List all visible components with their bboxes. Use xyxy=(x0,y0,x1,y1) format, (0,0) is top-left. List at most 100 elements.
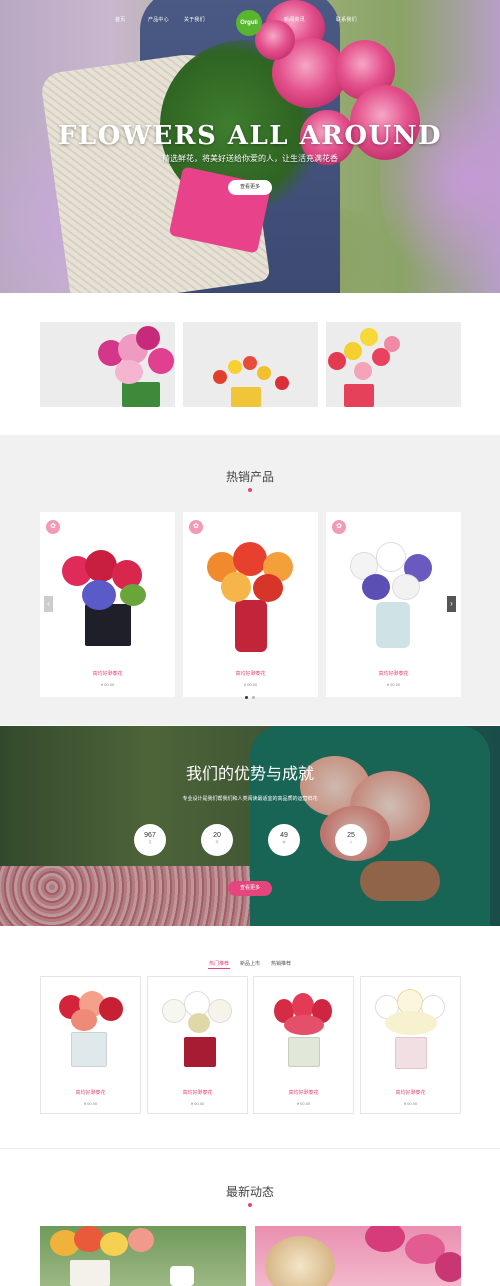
tile-flower xyxy=(360,328,378,346)
product-flower xyxy=(82,580,116,610)
product-name: 高均好渺泰花 xyxy=(235,671,266,677)
product-price: ¥ 00.00 xyxy=(403,1101,418,1106)
product-flower xyxy=(221,572,251,602)
category-tile[interactable] xyxy=(183,322,318,407)
stat-value: 20 xyxy=(213,832,221,839)
top-navigation: 首页 产品中心 关于我们 Orguli 新闻资讯 联系我们 xyxy=(0,6,500,36)
stat-label: 种 xyxy=(282,840,286,844)
nav-item-home[interactable]: 首页 xyxy=(115,16,125,23)
tile-vase xyxy=(231,387,261,407)
product-flower xyxy=(233,542,267,576)
site-logo[interactable]: Orguli xyxy=(236,10,262,36)
product-flower xyxy=(71,1009,97,1031)
product-card[interactable]: ✿ 高均好渺泰花 ¥ 00.00 xyxy=(183,512,318,697)
news-cup xyxy=(170,1266,194,1286)
product-name: 高均好渺泰花 xyxy=(182,1090,213,1096)
stat-label: 人 xyxy=(349,840,353,844)
news-flower xyxy=(365,1226,405,1252)
flower-badge-icon: ✿ xyxy=(46,520,60,534)
product-name: 高均好渺泰花 xyxy=(288,1090,319,1096)
carousel-dot-active[interactable] xyxy=(245,696,248,699)
product-vase xyxy=(395,1037,427,1069)
product-flower xyxy=(362,574,390,600)
carousel-prev-arrow-icon[interactable]: ‹ xyxy=(44,596,53,612)
product-card[interactable]: 高均好渺泰花 ¥ 00.00 xyxy=(360,976,461,1114)
section-divider xyxy=(0,1148,500,1149)
news-vase xyxy=(70,1260,110,1286)
product-flower xyxy=(99,997,123,1021)
product-flower xyxy=(162,999,186,1023)
product-price: ¥ 00.00 xyxy=(83,1101,98,1106)
tab-hot[interactable]: 热门推荐 xyxy=(209,960,229,967)
product-card[interactable]: 高均好渺泰花 ¥ 00.00 xyxy=(253,976,354,1114)
hot-products-title: 热销产品 xyxy=(225,470,274,484)
product-card[interactable]: ✿ 高均好渺泰花 ¥ 00.00 xyxy=(40,512,175,697)
stat-circle: 49 种 xyxy=(268,824,300,856)
tile-flower xyxy=(354,362,372,380)
product-vase xyxy=(235,600,267,652)
product-vase xyxy=(288,1037,320,1067)
product-name: 高均好渺泰花 xyxy=(75,1090,106,1096)
product-name: 高均好渺泰花 xyxy=(395,1090,426,1096)
product-flower xyxy=(208,999,232,1023)
news-flower xyxy=(128,1228,154,1252)
nav-item-news[interactable]: 新闻资讯 xyxy=(284,16,305,23)
news-person xyxy=(265,1236,335,1286)
nav-item-products[interactable]: 产品中心 xyxy=(148,16,169,23)
tile-flower xyxy=(213,370,227,384)
stat-label: 花 xyxy=(148,840,152,844)
category-tile[interactable] xyxy=(40,322,175,407)
product-vase xyxy=(71,1032,107,1067)
carousel-next-arrow-icon[interactable]: › xyxy=(447,596,456,612)
news-flower xyxy=(74,1226,104,1252)
advantages-banner xyxy=(0,726,500,926)
news-title: 最新动态 xyxy=(225,1185,274,1199)
hero-more-button[interactable]: 查看更多 xyxy=(228,180,272,195)
product-flower xyxy=(284,1015,324,1035)
category-tile[interactable] xyxy=(326,322,461,407)
hero-title: FLOWERS ALL AROUND xyxy=(57,121,443,151)
product-vase xyxy=(184,1037,216,1067)
product-flower xyxy=(392,574,420,600)
advantages-subtitle: 专业设计是我们帮我们和人类阅读最适宜的高品质的运营鲜花 xyxy=(182,796,318,802)
tile-flower xyxy=(257,366,271,380)
carousel-dot[interactable] xyxy=(252,696,255,699)
product-price: ¥ 00.00 xyxy=(190,1101,205,1106)
hero-subtitle: 精选鲜花，将美好送给你爱的人，让生活充满花香 xyxy=(162,154,338,163)
product-name: 高均好渺泰花 xyxy=(92,671,123,677)
nav-item-about[interactable]: 关于我们 xyxy=(184,16,205,23)
nav-item-contact[interactable]: 联系我们 xyxy=(336,16,357,23)
tile-vase xyxy=(344,384,374,407)
product-price: ¥ 00.00 xyxy=(296,1101,311,1106)
tab-active-underline xyxy=(208,968,230,969)
product-card[interactable]: 高均好渺泰花 ¥ 00.00 xyxy=(40,976,141,1114)
news-image[interactable] xyxy=(40,1226,246,1286)
adv-overlay xyxy=(0,726,500,926)
tile-flower xyxy=(243,356,257,370)
title-accent-dot xyxy=(248,1203,252,1207)
title-accent-dot xyxy=(248,488,252,492)
flower-badge-icon: ✿ xyxy=(189,520,203,534)
product-name: 高均好渺泰花 xyxy=(378,671,409,677)
tile-flower xyxy=(228,360,242,374)
product-price: ¥ 00.00 xyxy=(386,682,401,687)
product-vase xyxy=(376,602,410,648)
advantages-more-button[interactable]: 查看更多 xyxy=(228,881,272,896)
stat-value: 967 xyxy=(144,832,156,839)
stat-circle: 967 花 xyxy=(134,824,166,856)
product-flower xyxy=(376,542,406,572)
tab-new[interactable]: 新品上市 xyxy=(240,960,260,967)
tab-bestseller[interactable]: 热销推荐 xyxy=(271,960,291,967)
advantages-title: 我们的优势与成就 xyxy=(185,766,314,783)
stat-circle: 25 人 xyxy=(335,824,367,856)
tile-vase xyxy=(122,382,160,407)
tile-flower xyxy=(275,376,289,390)
stat-value: 49 xyxy=(280,832,288,839)
news-image[interactable] xyxy=(255,1226,461,1286)
product-card[interactable]: 高均好渺泰花 ¥ 00.00 xyxy=(147,976,248,1114)
tile-flower xyxy=(328,352,346,370)
product-card[interactable]: ✿ 高均好渺泰花 ¥ 00.00 xyxy=(326,512,461,697)
product-flower xyxy=(253,574,283,602)
product-flower xyxy=(120,584,146,606)
tile-flower xyxy=(148,348,174,374)
